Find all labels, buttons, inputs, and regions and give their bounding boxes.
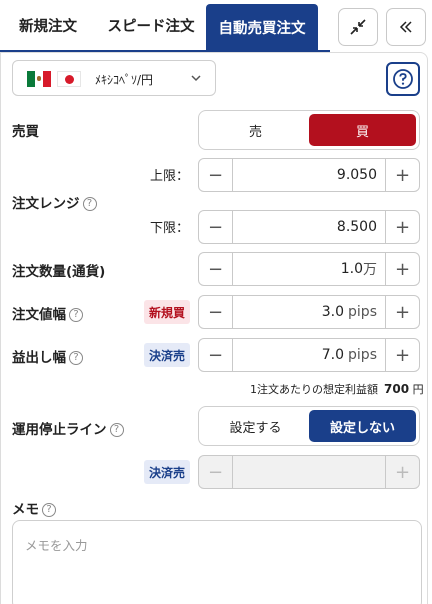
- new-buy-badge: 新規買: [144, 300, 190, 324]
- order-width-stepper: − 3.0 pips +: [198, 295, 420, 329]
- stop-settle-sell-badge: 決済売: [144, 460, 190, 484]
- range-upper-stepper: − 9.050 +: [198, 158, 420, 192]
- chevron-double-left-icon: [399, 21, 412, 33]
- trade-direction-toggle: 売 買: [198, 110, 420, 150]
- expected-profit-unit: 円: [412, 383, 424, 396]
- question-circle-icon: [393, 69, 413, 89]
- question-circle-icon[interactable]: ?: [69, 351, 83, 365]
- expected-profit-label: 1注文あたりの想定利益額: [250, 383, 378, 396]
- stop-line-plus-button: +: [385, 456, 419, 488]
- order-width-minus-button[interactable]: −: [199, 296, 233, 328]
- range-upper-minus-button[interactable]: −: [199, 159, 233, 191]
- mexico-flag-icon: [27, 71, 51, 87]
- compress-arrows-icon: [350, 19, 366, 35]
- quantity-plus-button[interactable]: +: [385, 253, 419, 285]
- buy-option[interactable]: 買: [309, 114, 416, 146]
- order-tabs: 新規注文 スピード注文 自動売買注文: [0, 0, 330, 52]
- trade-direction-label: 売買: [12, 124, 39, 140]
- stop-line-disable-option[interactable]: 設定しない: [309, 410, 416, 442]
- range-upper-input[interactable]: 9.050: [233, 159, 385, 191]
- quantity-unit: 万: [363, 262, 377, 278]
- order-width-unit: pips: [348, 304, 377, 320]
- order-width-input[interactable]: 3.0 pips: [233, 296, 385, 328]
- order-width-label: 注文値幅?: [12, 303, 83, 323]
- order-range-label: 注文レンジ?: [12, 192, 97, 212]
- order-quantity-label: 注文数量(通貨): [12, 264, 106, 280]
- stop-line-stepper: − +: [198, 455, 420, 489]
- profit-width-minus-button[interactable]: −: [199, 339, 233, 371]
- range-lower-input[interactable]: 8.500: [233, 211, 385, 243]
- profit-width-unit: pips: [348, 347, 377, 363]
- expected-profit-value: 700: [384, 382, 410, 396]
- memo-textarea[interactable]: メモを入力: [12, 520, 422, 604]
- collapse-button[interactable]: [338, 8, 378, 46]
- range-lower-label: 下限：: [150, 221, 190, 236]
- back-button[interactable]: [386, 8, 426, 46]
- memo-label: メモ?: [12, 498, 56, 518]
- chevron-down-icon: [191, 75, 201, 82]
- stop-line-minus-button: −: [199, 456, 233, 488]
- help-button[interactable]: [386, 62, 420, 96]
- tab-new-order[interactable]: 新規注文: [0, 0, 96, 50]
- question-circle-icon[interactable]: ?: [82, 197, 97, 211]
- range-lower-plus-button[interactable]: +: [385, 211, 419, 243]
- range-upper-label: 上限：: [150, 169, 190, 184]
- currency-pair-select[interactable]: ﾒｷｼｺﾍﾟｿ/円: [12, 60, 216, 96]
- question-circle-icon[interactable]: ?: [69, 308, 83, 322]
- stop-line-toggle: 設定する 設定しない: [198, 406, 420, 446]
- quantity-minus-button[interactable]: −: [199, 253, 233, 285]
- profit-width-input[interactable]: 7.0 pips: [233, 339, 385, 371]
- stop-line-input: [233, 456, 385, 488]
- range-upper-plus-button[interactable]: +: [385, 159, 419, 191]
- sell-option[interactable]: 売: [202, 114, 309, 146]
- settle-sell-badge: 決済売: [144, 343, 190, 367]
- stop-line-label: 運用停止ライン?: [12, 418, 124, 438]
- question-circle-icon[interactable]: ?: [42, 503, 56, 517]
- tab-auto-trade-order[interactable]: 自動売買注文: [206, 4, 318, 50]
- currency-pair-label: ﾒｷｼｺﾍﾟｿ/円: [95, 73, 154, 87]
- question-circle-icon[interactable]: ?: [109, 423, 124, 437]
- profit-width-stepper: − 7.0 pips +: [198, 338, 420, 372]
- stop-line-enable-option[interactable]: 設定する: [202, 410, 309, 442]
- range-lower-stepper: − 8.500 +: [198, 210, 420, 244]
- range-lower-minus-button[interactable]: −: [199, 211, 233, 243]
- quantity-input[interactable]: 1.0 万: [233, 253, 385, 285]
- expected-profit: 1注文あたりの想定利益額 700 円: [250, 381, 424, 397]
- tab-speed-order[interactable]: スピード注文: [96, 0, 206, 50]
- profit-width-label: 益出し幅?: [12, 346, 83, 366]
- japan-flag-icon: [57, 71, 81, 87]
- profit-width-plus-button[interactable]: +: [385, 339, 419, 371]
- order-width-plus-button[interactable]: +: [385, 296, 419, 328]
- quantity-stepper: − 1.0 万 +: [198, 252, 420, 286]
